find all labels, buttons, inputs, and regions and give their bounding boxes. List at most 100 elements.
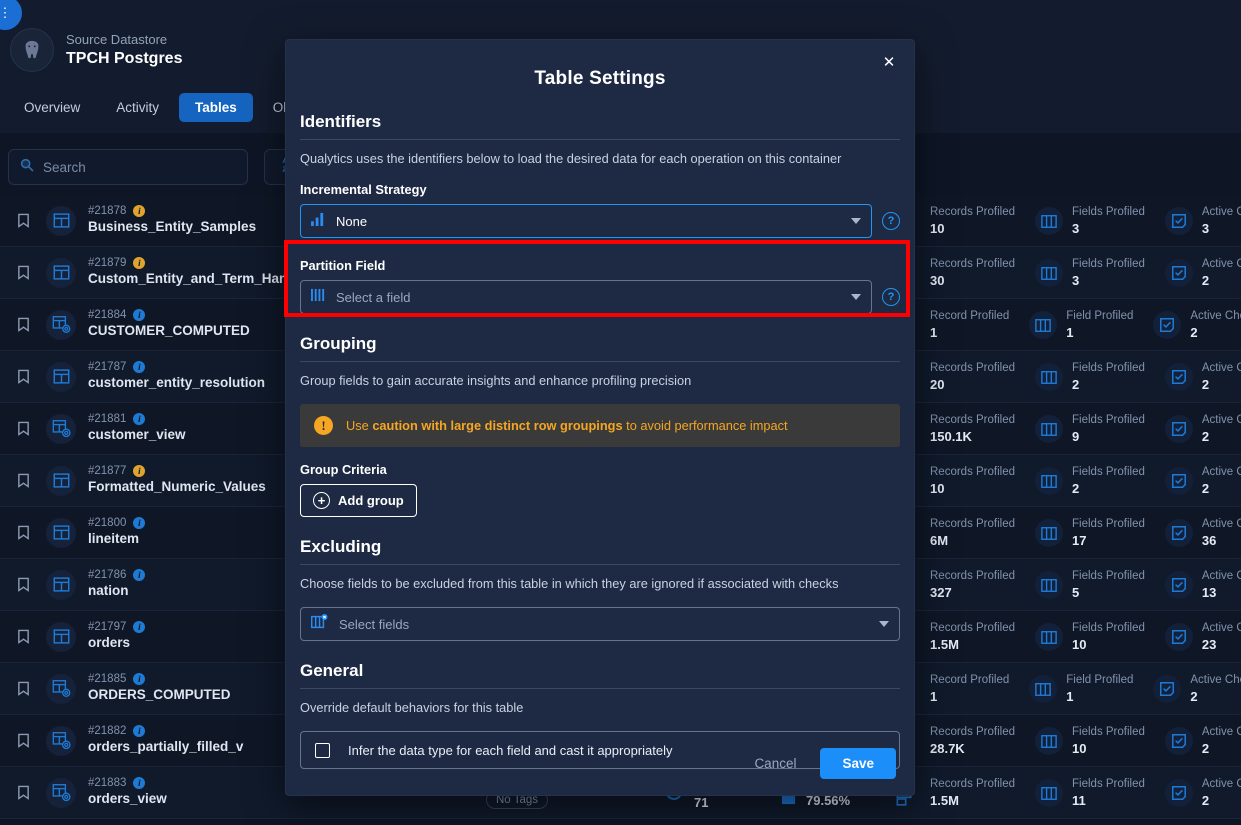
fields-profiled-label: Fields Profiled bbox=[1072, 362, 1145, 374]
bookmark-icon[interactable] bbox=[0, 421, 46, 436]
info-badge-icon[interactable]: i bbox=[133, 413, 146, 425]
fields-profiled-value: 2 bbox=[1072, 481, 1080, 496]
fields-profiled-label: Fields Profiled bbox=[1072, 778, 1145, 790]
table-meta: #21884 i CUSTOMER_COMPUTED bbox=[88, 309, 298, 340]
avatar[interactable]: ⋮ bbox=[0, 0, 22, 30]
columns-stat-icon bbox=[1035, 415, 1064, 443]
fields-profiled-label: Fields Profiled bbox=[1072, 726, 1145, 738]
records-profiled-value: 150.1K bbox=[930, 429, 972, 444]
grouping-description: Group fields to gain accurate insights a… bbox=[300, 373, 692, 388]
columns-stat-icon bbox=[1035, 571, 1064, 599]
columns-stat-icon bbox=[1035, 623, 1064, 651]
table-icon bbox=[46, 205, 76, 236]
close-label: ✕ bbox=[882, 53, 896, 71]
help-label: ? bbox=[887, 215, 895, 227]
info-badge-icon[interactable]: i bbox=[133, 361, 146, 373]
info-badge-icon[interactable]: i bbox=[133, 257, 146, 269]
fields-profiled-stat: Fields Profiled 17 bbox=[1035, 517, 1145, 549]
close-icon[interactable]: ✕ bbox=[876, 50, 902, 74]
table-id: #21881 bbox=[88, 413, 127, 425]
excluding-description: Choose fields to be excluded from this t… bbox=[300, 576, 839, 591]
active-checks-value: 2 bbox=[1201, 741, 1210, 756]
bookmark-icon[interactable] bbox=[0, 681, 46, 696]
help-circle-icon[interactable]: ? bbox=[882, 212, 900, 230]
bookmark-icon[interactable] bbox=[0, 733, 46, 748]
active-checks-label: Active Checks bbox=[1190, 310, 1241, 322]
add-group-button[interactable]: + Add group bbox=[300, 484, 417, 517]
fields-profiled-stat: Fields Profiled 9 bbox=[1035, 413, 1145, 445]
records-profiled-stat: Records Profiled 150.1K bbox=[930, 413, 1015, 445]
save-button[interactable]: Save bbox=[820, 747, 896, 779]
columns-icon bbox=[311, 288, 326, 307]
columns-stat-icon bbox=[1035, 727, 1064, 755]
records-profiled-label: Records Profiled bbox=[930, 622, 1016, 634]
table-id: #21797 bbox=[88, 621, 127, 633]
bookmark-icon[interactable] bbox=[0, 473, 46, 488]
active-checks-stat: Active Checks 2 bbox=[1164, 777, 1241, 809]
checks-stat-icon bbox=[1164, 207, 1193, 235]
active-checks-label: Active Checks bbox=[1201, 518, 1241, 530]
records-profiled-label: Records Profiled bbox=[930, 206, 1016, 218]
records-profiled-stat: Record Profiled 1 bbox=[930, 673, 1009, 705]
active-checks-stat: Active Checks 2 bbox=[1164, 413, 1241, 445]
bookmark-icon[interactable] bbox=[0, 265, 46, 280]
active-checks-value: 23 bbox=[1201, 637, 1217, 652]
checks-stat-icon bbox=[1164, 415, 1193, 443]
table-id: #21878 bbox=[88, 205, 127, 217]
tab-tables[interactable]: Tables bbox=[179, 93, 253, 122]
table-id: #21884 bbox=[88, 309, 127, 321]
info-badge-icon[interactable]: i bbox=[133, 569, 146, 581]
row-stats: Records Profiled 10 Fields Profiled 3 Active… bbox=[930, 195, 1241, 247]
records-profiled-value: 20 bbox=[930, 377, 945, 392]
bookmark-icon[interactable] bbox=[0, 317, 46, 332]
fields-profiled-stat: Fields Profiled 10 bbox=[1035, 725, 1145, 757]
records-profiled-stat: Records Profiled 10 bbox=[930, 205, 1015, 237]
info-badge-icon[interactable]: i bbox=[133, 517, 146, 529]
table-meta: #21882 i orders_partially_filled_v bbox=[88, 725, 298, 756]
info-badge-icon[interactable]: i bbox=[133, 725, 146, 737]
bookmark-icon[interactable] bbox=[0, 577, 46, 592]
info-badge-icon[interactable]: i bbox=[133, 673, 146, 685]
records-profiled-value: 30 bbox=[930, 273, 945, 288]
info-badge-icon[interactable]: i bbox=[133, 309, 146, 321]
info-badge-icon[interactable]: i bbox=[133, 621, 146, 633]
records-profiled-stat: Record Profiled 1 bbox=[930, 309, 1009, 341]
bookmark-icon[interactable] bbox=[0, 785, 46, 800]
datastore-summary: Source Datastore TPCH Postgres bbox=[10, 28, 182, 72]
info-badge-icon[interactable]: i bbox=[133, 465, 146, 477]
help-circle-icon[interactable]: ? bbox=[882, 288, 900, 306]
fields-profiled-stat: Fields Profiled 10 bbox=[1035, 621, 1145, 653]
computed-table-icon bbox=[46, 309, 76, 340]
row-stats: Record Profiled 1 Field Profiled 1 Active Ch… bbox=[930, 299, 1241, 351]
checks-stat-icon bbox=[1164, 363, 1193, 391]
info-badge-icon[interactable]: i bbox=[133, 205, 146, 217]
tab-overview[interactable]: Overview bbox=[8, 93, 96, 122]
active-checks-stat: Active Checks 2 bbox=[1164, 465, 1241, 497]
view-table-icon bbox=[46, 725, 76, 756]
checks-stat-icon bbox=[1164, 519, 1193, 547]
row-stats: Records Profiled 20 Fields Profiled 2 Active… bbox=[930, 351, 1241, 403]
checks-stat-icon bbox=[1164, 623, 1193, 651]
table-icon bbox=[46, 465, 76, 496]
app-root: ⋮ Source Datastore TPCH Postgres Overvie… bbox=[0, 0, 1241, 825]
tab-activity[interactable]: Activity bbox=[100, 93, 175, 122]
incremental-strategy-value: None bbox=[336, 213, 368, 229]
records-profiled-stat: Records Profiled 30 bbox=[930, 257, 1015, 289]
bookmark-icon[interactable] bbox=[0, 369, 46, 384]
records-profiled-label: Records Profiled bbox=[930, 414, 1016, 426]
partition-field-select[interactable]: Select a field bbox=[300, 280, 872, 314]
active-checks-label: Active Checks bbox=[1201, 726, 1241, 738]
table-name: nation bbox=[88, 583, 129, 598]
records-profiled-stat: Records Profiled 10 bbox=[930, 465, 1015, 497]
bar-chart-icon bbox=[311, 212, 326, 231]
incremental-strategy-select[interactable]: None bbox=[300, 204, 872, 238]
exclude-fields-select[interactable]: Select fields bbox=[300, 607, 900, 641]
bookmark-icon[interactable] bbox=[0, 629, 46, 644]
bookmark-icon[interactable] bbox=[0, 213, 46, 228]
records-profiled-stat: Records Profiled 327 bbox=[930, 569, 1015, 601]
bookmark-icon[interactable] bbox=[0, 525, 46, 540]
active-checks-value: 2 bbox=[1201, 377, 1210, 392]
info-badge-icon[interactable]: i bbox=[133, 777, 146, 789]
search-input[interactable]: Search bbox=[8, 149, 248, 185]
cancel-button[interactable]: Cancel bbox=[740, 748, 810, 779]
